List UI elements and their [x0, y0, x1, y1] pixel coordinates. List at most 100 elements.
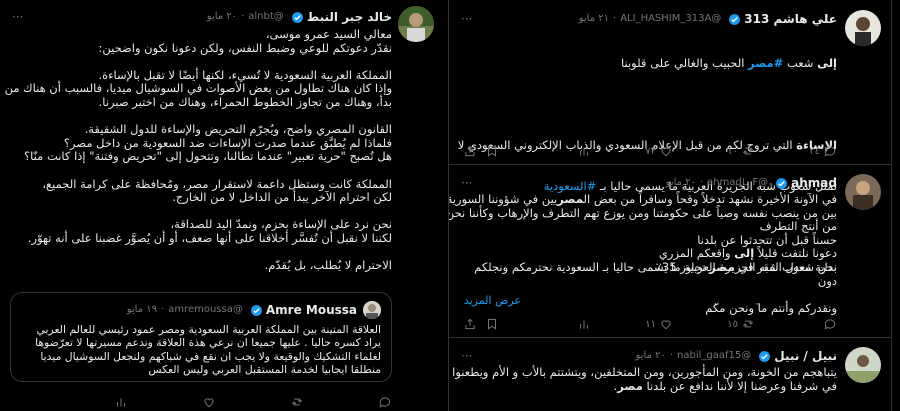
quote-author-name: Amre Moussa — [265, 303, 357, 317]
more-options-icon[interactable]: ··· — [12, 10, 23, 24]
retweet-icon — [742, 147, 754, 155]
separator-dot: · — [241, 11, 245, 22]
tweet-ali-hashim[interactable]: علي هاشم 313 @ALI_HASHIM_313A · ٢١ مايو … — [449, 0, 891, 314]
text-line: إلى شعب #مصر الحبيب والغالي على قلوبنا — [457, 56, 837, 71]
author-name[interactable]: علي هاشم 313 — [744, 10, 837, 28]
tweet-time[interactable]: ٢١ مايو — [579, 10, 609, 28]
author-handle[interactable]: @ahmadL_F — [707, 174, 768, 192]
show-more-link[interactable]: عرض المزيد — [464, 294, 521, 307]
text-line: يراد كسره حاليا . عليها جميعا ان نرعي هذ… — [35, 336, 381, 350]
text-line: دون — [817, 273, 837, 288]
text-line: من أنتج التطرف — [759, 219, 837, 234]
quote-time: ١٩ مايو — [126, 304, 157, 315]
tweet-nabil[interactable]: نبيل / نبيل @nabil_gaaf15 · ٢٠ مايو ··· … — [449, 339, 891, 411]
verified-badge-icon — [759, 350, 771, 362]
tweet-actions — [10, 395, 392, 411]
tweet-khaled[interactable]: خالد جبر النبط @alnbt · ٢٠ مايو ··· معال… — [0, 0, 440, 411]
tweet-header: خالد جبر النبط @alnbt · ٢٠ مايو — [207, 8, 392, 26]
quote-text: العلاقة المتينة بين المملكة العربية السع… — [21, 323, 381, 377]
author-name[interactable]: ahmad — [791, 174, 837, 192]
tweet-actions: ١٥ ١١ — [463, 317, 837, 333]
retweet-icon — [291, 398, 303, 406]
text-line: بدأ، وهناك من تجاوز الخطوط الحمراء، وهنا… — [98, 94, 392, 109]
bookmark-icon — [488, 318, 496, 330]
text-line: العلاقة المتينة بين المملكة العربية السع… — [36, 323, 382, 336]
avatar[interactable] — [845, 347, 881, 383]
reply-button[interactable] — [823, 317, 837, 331]
avatar[interactable] — [398, 6, 434, 42]
separator-dot: · — [669, 350, 674, 361]
avatar-image-icon — [845, 174, 881, 210]
hashtag-link[interactable]: #مصر — [748, 56, 783, 70]
text-line: منطلقا ايجابيا لخدمة المستقبل العربي ولي… — [148, 363, 381, 377]
reply-button[interactable]: ٢٤ — [809, 144, 837, 158]
reply-count: ٢٤ — [809, 145, 820, 157]
views-button[interactable] — [114, 395, 128, 409]
reply-button[interactable] — [378, 395, 392, 409]
retweet-count: ١٥ — [727, 318, 738, 330]
bold-word: إلى — [817, 56, 837, 71]
text-line — [8, 55, 392, 69]
retweet-button[interactable]: ١٥ — [727, 317, 755, 331]
verified-badge-icon — [729, 13, 741, 25]
verified-badge-icon — [250, 304, 262, 316]
verified-badge-icon — [291, 11, 303, 23]
tweet-header: ahmad @ahmadL_F · ٢٠ مايو — [666, 174, 837, 192]
avatar[interactable] — [845, 10, 881, 46]
text-line: معالي السيد عمرو موسى، — [265, 27, 392, 41]
tweet-text: في الآونة الأخيرة نشهد تدخلاً وقحاً وساف… — [449, 192, 837, 288]
views-icon — [580, 147, 588, 156]
tweet-header: نبيل / نبيل @nabil_gaaf15 · ٢٠ مايو — [636, 347, 837, 365]
retweet-button[interactable] — [290, 395, 304, 409]
views-button[interactable] — [577, 317, 591, 331]
bookmark-button[interactable] — [485, 317, 499, 331]
tweet-time[interactable]: ٢٠ مايو — [207, 8, 237, 26]
like-icon — [661, 320, 671, 330]
tweet-time[interactable]: ٢٠ مايو — [636, 347, 666, 365]
avatar-image-icon — [845, 347, 881, 383]
share-button[interactable] — [463, 144, 477, 158]
text-line — [8, 205, 392, 219]
quoted-tweet[interactable]: Amre Moussa @amremoussa · ١٩ مايو العلاق… — [10, 292, 392, 382]
text-line: فلماذا لم يُطبَّق عندما صدرت الإساءات ضد… — [63, 135, 392, 150]
text-line: بداية معدل الفقر في مصر تجاوز 35٪ — [655, 259, 837, 274]
author-handle[interactable]: @ALI_HASHIM_313A — [620, 10, 721, 28]
more-options-icon[interactable]: ··· — [461, 176, 472, 190]
views-button[interactable] — [577, 144, 591, 158]
like-button[interactable]: ١١ — [645, 317, 673, 331]
share-button[interactable] — [463, 317, 477, 331]
like-button[interactable]: ٧٣ — [645, 144, 673, 158]
views-icon — [117, 398, 125, 407]
more-options-icon[interactable]: ··· — [461, 349, 472, 363]
tweet-ahmad[interactable]: ahmad @ahmadL_F · ٢٠ مايو ··· في الآونة … — [449, 166, 891, 338]
tweet-time[interactable]: ٢٠ مايو — [666, 174, 696, 192]
right-column: علي هاشم 313 @ALI_HASHIM_313A · ٢١ مايو … — [448, 0, 892, 411]
text-line: الاحترام لا يُطلب، بل يُقدّم. — [264, 258, 392, 273]
verified-badge-icon — [776, 177, 788, 189]
more-options-icon[interactable]: ··· — [461, 12, 472, 26]
text-line — [8, 164, 392, 178]
bookmark-button[interactable] — [485, 144, 499, 158]
reply-icon — [824, 146, 836, 157]
quote-avatar-image-icon — [363, 301, 381, 319]
text-line — [8, 246, 392, 260]
text-line: نقدّر دعوتكم للوعي وضبط النفس، ولكن دعون… — [98, 40, 392, 55]
retweet-count: ١٠ — [727, 145, 738, 157]
text-line: لكننا لا نقبل أن تُفسَّر أخلاقنا على أنه… — [27, 230, 392, 245]
text-line: يتباهجم من الخونة، ومن المأجورين، ومن ال… — [452, 365, 837, 379]
text-line: وإذا كان هناك تطاول من بعض الأصوات في ال… — [4, 81, 392, 96]
author-handle[interactable]: @alnbt — [248, 8, 284, 26]
author-name[interactable]: خالد جبر النبط — [307, 8, 392, 26]
tweet-text: معالي السيد عمرو موسى، نقدّر دعوتكم للوعي… — [4, 27, 392, 273]
tweet-header: علي هاشم 313 @ALI_HASHIM_313A · ٢١ مايو — [579, 10, 837, 28]
like-button[interactable] — [202, 395, 216, 409]
author-handle[interactable]: @nabil_gaaf15 — [677, 347, 751, 365]
text-span: الحبيب والغالي على قلوبنا — [621, 56, 749, 71]
retweet-button[interactable]: ١٠ — [727, 144, 755, 158]
bookmark-icon — [488, 145, 496, 157]
author-name[interactable]: نبيل / نبيل — [774, 347, 837, 365]
quote-avatar — [363, 301, 381, 319]
text-span: شعب — [783, 56, 818, 71]
avatar[interactable] — [845, 174, 881, 210]
